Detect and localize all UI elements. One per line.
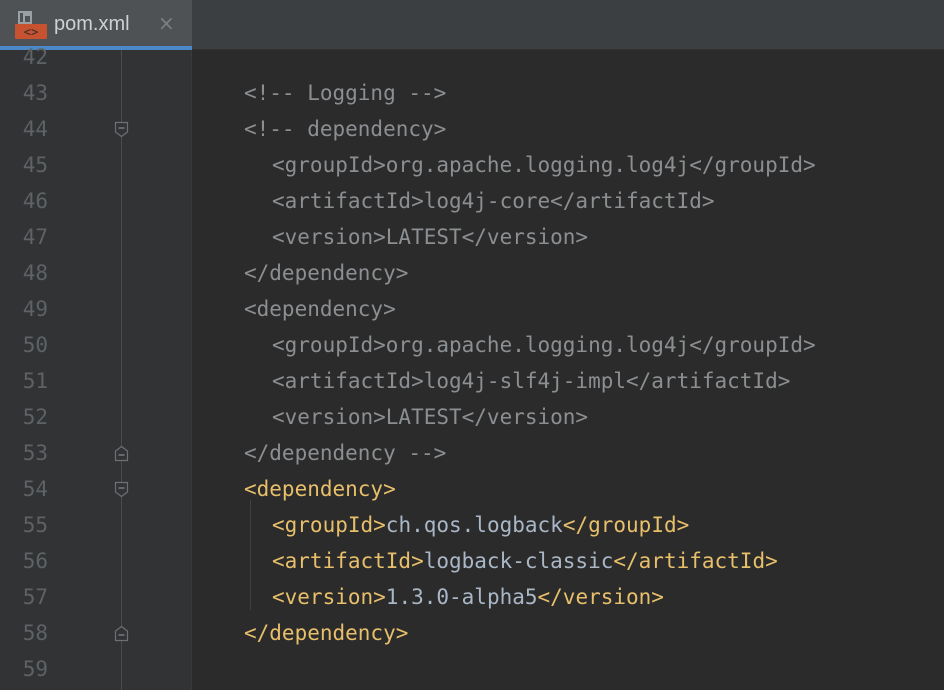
line-number: 46 (22, 189, 48, 213)
code-text: <version>LATEST</version> (272, 219, 588, 255)
xml-value: ch.qos.logback (385, 513, 563, 537)
code-text: </dependency --> (244, 435, 446, 471)
line-number: 57 (22, 585, 48, 609)
code-text: <version>LATEST</version> (272, 399, 588, 435)
line-number: 59 (22, 657, 48, 681)
code-line: 54 <dependency> (0, 471, 944, 507)
code-text: </dependency> (244, 615, 408, 651)
code-text: <!-- Logging --> (244, 75, 446, 111)
fold-end-icon[interactable] (114, 445, 129, 462)
xml-comment: </dependency> (244, 261, 409, 285)
code-line: 56 <artifactId>logback-classic</artifactI… (0, 543, 944, 579)
xml-comment: <version>LATEST</version> (272, 405, 589, 429)
code-line: 55 <groupId>ch.qos.logback</groupId> (0, 507, 944, 543)
xml-comment: <artifactId>log4j-slf4j-impl</artifactId… (272, 369, 791, 393)
xml-comment: <!-- dependency> (244, 117, 447, 141)
code-line: 48 </dependency> (0, 255, 944, 291)
code-text: <groupId>org.apache.logging.log4j</group… (272, 147, 816, 183)
fold-collapse-icon[interactable] (114, 121, 129, 138)
line-number: 47 (22, 225, 48, 249)
xml-tag: </artifactId> (613, 549, 778, 573)
code-text: <groupId>ch.qos.logback</groupId> (272, 507, 689, 543)
code-line: 43 <!-- Logging --> (0, 75, 944, 111)
code-text: <artifactId>logback-classic</artifactId> (272, 543, 778, 579)
code-line: 44 <!-- dependency> (0, 111, 944, 147)
xml-comment: <dependency> (244, 297, 396, 321)
line-number: 53 (22, 441, 48, 465)
line-number: 49 (22, 297, 48, 321)
code-line: 45 <groupId>org.apache.logging.log4j</gro… (0, 147, 944, 183)
xml-comment: <artifactId>log4j-core</artifactId> (272, 189, 715, 213)
xml-tag: <artifactId> (272, 549, 424, 573)
code-text: <!-- dependency> (244, 111, 446, 147)
code-text: <dependency> (244, 291, 396, 327)
code-text: <dependency> (244, 471, 396, 507)
code-line: 50 <groupId>org.apache.logging.log4j</gro… (0, 327, 944, 363)
code-text: <version>1.3.0-alpha5</version> (272, 579, 664, 615)
code-line: 53 </dependency --> (0, 435, 944, 471)
fold-collapse-icon[interactable] (114, 481, 129, 498)
line-number: 58 (22, 621, 48, 645)
xml-comment: <!-- Logging --> (244, 81, 447, 105)
xml-value: logback-classic (423, 549, 614, 573)
line-number: 44 (22, 117, 48, 141)
line-number: 50 (22, 333, 48, 357)
code-line: 51 <artifactId>log4j-slf4j-impl</artifact… (0, 363, 944, 399)
code-text: <groupId>org.apache.logging.log4j</group… (272, 327, 816, 363)
code-text: </dependency> (244, 255, 408, 291)
tab-title: pom.xml (54, 13, 130, 35)
code-line: 42 (0, 39, 944, 75)
code-line: 52 <version>LATEST</version> (0, 399, 944, 435)
code-line: 46 <artifactId>log4j-core</artifactId> (0, 183, 944, 219)
code-line: 58 </dependency> (0, 615, 944, 651)
line-number: 45 (22, 153, 48, 177)
code-text: <artifactId>log4j-core</artifactId> (272, 183, 715, 219)
code-line: 49 <dependency> (0, 291, 944, 327)
close-icon[interactable]: × (158, 10, 175, 36)
xml-tag: </dependency> (244, 621, 409, 645)
line-number: 54 (22, 477, 48, 501)
code-line: 57 <version>1.3.0-alpha5</version> (0, 579, 944, 615)
xml-comment: <groupId>org.apache.logging.log4j</group… (272, 153, 816, 177)
xml-comment: <groupId>org.apache.logging.log4j</group… (272, 333, 816, 357)
xml-tag: </groupId> (562, 513, 690, 537)
line-number: 51 (22, 369, 48, 393)
xml-comment: <version>LATEST</version> (272, 225, 589, 249)
xml-tag: </version> (537, 585, 664, 609)
code-line: 59 (0, 651, 944, 687)
xml-comment: </dependency --> (244, 441, 447, 465)
line-number: 42 (22, 45, 48, 69)
line-number: 56 (22, 549, 48, 573)
line-number: 55 (22, 513, 48, 537)
code-line: 47 <version>LATEST</version> (0, 219, 944, 255)
xml-tag: <groupId> (272, 513, 386, 537)
xml-tag: <dependency> (244, 477, 396, 501)
svg-text:<>: <> (24, 25, 38, 39)
fold-end-icon[interactable] (114, 625, 129, 642)
line-number: 43 (22, 81, 48, 105)
code-text: <artifactId>log4j-slf4j-impl</artifactId… (272, 363, 790, 399)
xml-tag: <version> (272, 585, 386, 609)
line-number: 48 (22, 261, 48, 285)
xml-file-icon: <> (15, 11, 47, 39)
line-number: 52 (22, 405, 48, 429)
xml-value: 1.3.0-alpha5 (385, 585, 538, 609)
